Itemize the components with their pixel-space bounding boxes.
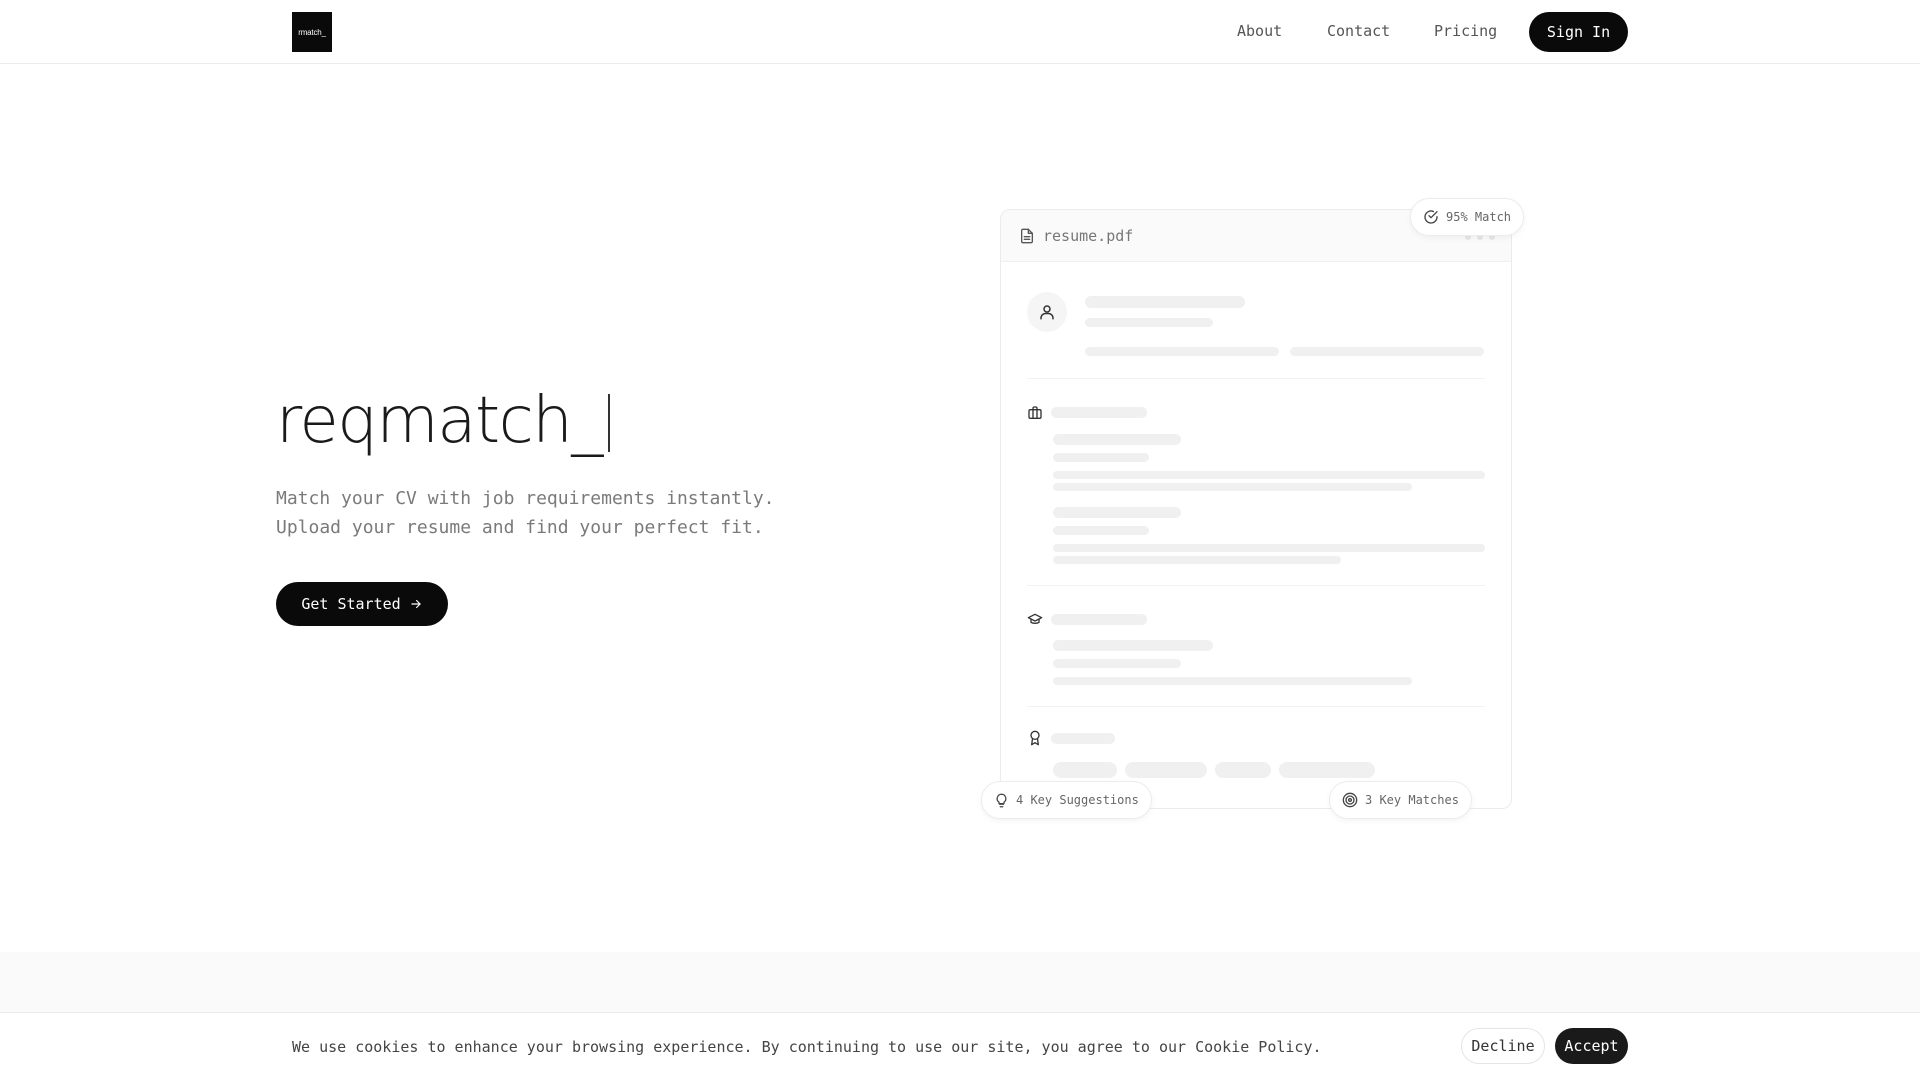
briefcase-icon (1028, 406, 1042, 419)
matches-badge: 3 Key Matches (1329, 781, 1472, 819)
hero-title: reqmatch_ (276, 383, 610, 459)
skeleton-heading (1051, 614, 1147, 625)
skeleton-tag (1125, 762, 1207, 778)
skeleton-line (1053, 556, 1341, 564)
graduation-cap-icon (1027, 613, 1043, 624)
top-nav: rmatch_ About Contact Pricing Sign In (0, 0, 1920, 64)
logo[interactable]: rmatch_ (292, 12, 332, 52)
cookie-banner: We use cookies to enhance your browsing … (0, 1012, 1920, 1080)
check-circle-icon (1424, 210, 1438, 224)
skeleton-line (1053, 659, 1181, 668)
skeleton-heading (1051, 733, 1115, 744)
suggestions-badge-label: 4 Key Suggestions (1016, 793, 1139, 807)
skeleton-name (1085, 296, 1245, 308)
get-started-label: Get Started (301, 595, 401, 613)
nav-link-pricing[interactable]: Pricing (1434, 22, 1497, 40)
hero-subtitle-line1: Match your CV with job requirements inst… (276, 488, 775, 509)
hero-subtitle-line2: Upload your resume and find your perfect… (276, 517, 764, 538)
section-divider (1027, 585, 1485, 586)
match-badge: 95% Match (1410, 198, 1525, 236)
avatar (1027, 292, 1067, 332)
skeleton-line (1053, 471, 1485, 479)
next-section-band (0, 952, 1920, 1012)
matches-badge-label: 3 Key Matches (1365, 793, 1459, 807)
match-badge-label: 95% Match (1446, 210, 1512, 224)
section-divider (1027, 378, 1485, 379)
section-divider (1027, 706, 1485, 707)
resume-preview-card: resume.pdf (1000, 209, 1512, 809)
skeleton-line (1053, 677, 1412, 685)
nav-link-about[interactable]: About (1237, 22, 1282, 40)
skeleton-line (1053, 453, 1149, 462)
target-icon (1342, 792, 1358, 808)
file-text-icon (1021, 228, 1033, 243)
skeleton-heading (1051, 407, 1147, 418)
cookie-message: We use cookies to enhance your browsing … (292, 1038, 1322, 1056)
skeleton-title (1085, 318, 1213, 327)
skeleton-line (1053, 507, 1181, 518)
skeleton-line (1053, 640, 1213, 651)
skeleton-contact (1290, 347, 1484, 356)
arrow-right-icon (411, 599, 421, 609)
skeleton-contact (1085, 347, 1279, 356)
accept-button[interactable]: Accept (1555, 1028, 1628, 1064)
get-started-button[interactable]: Get Started (276, 582, 448, 626)
typing-caret (607, 394, 610, 452)
skeleton-line (1053, 544, 1485, 552)
hero-subtitle: Match your CV with job requirements inst… (276, 484, 775, 542)
nav-link-contact[interactable]: Contact (1327, 22, 1390, 40)
skeleton-tag (1279, 762, 1375, 778)
skeleton-line (1053, 526, 1149, 535)
skeleton-line (1053, 483, 1412, 491)
user-icon (1040, 305, 1054, 320)
hero-title-text: reqmatch_ (276, 384, 603, 458)
sign-in-button[interactable]: Sign In (1529, 12, 1628, 52)
award-icon (1030, 730, 1040, 746)
suggestions-badge: 4 Key Suggestions (981, 781, 1152, 819)
decline-button[interactable]: Decline (1461, 1028, 1545, 1064)
resume-filename: resume.pdf (1043, 226, 1134, 245)
skeleton-tag (1053, 762, 1117, 778)
skeleton-line (1053, 434, 1181, 445)
skeleton-tag (1215, 762, 1271, 778)
lightbulb-icon (996, 793, 1007, 807)
